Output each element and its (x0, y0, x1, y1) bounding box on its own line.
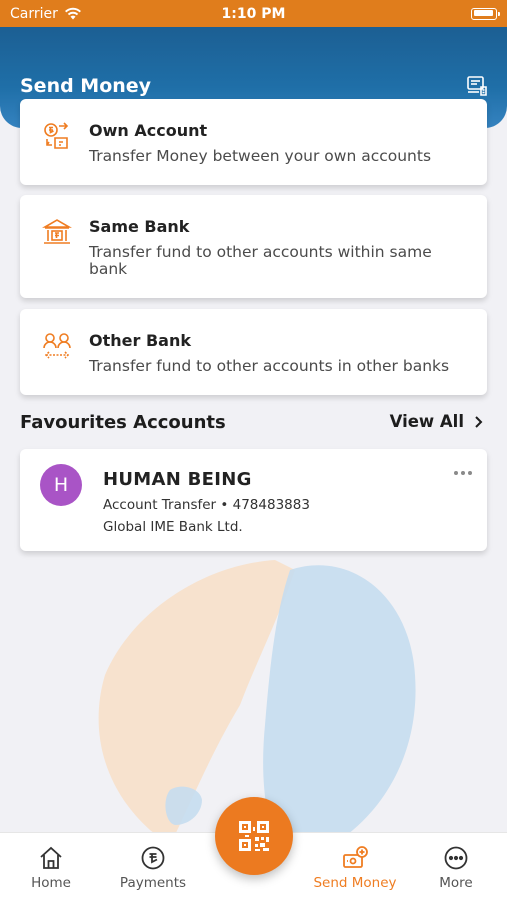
nav-send-money[interactable]: Send Money (310, 845, 400, 891)
qr-code-icon (239, 821, 269, 851)
avatar: H (40, 464, 82, 506)
other-bank-card[interactable]: Other Bank Transfer fund to other accoun… (20, 309, 487, 395)
more-options-icon[interactable] (453, 469, 473, 477)
nav-label: More (439, 875, 473, 891)
account-detail: Account Transfer • 478483883 (103, 497, 310, 513)
users-transfer-icon (43, 333, 71, 359)
battery-icon (471, 7, 500, 20)
chevron-right-icon (475, 415, 483, 428)
nav-label: Home (31, 875, 71, 891)
bank-name: Global IME Bank Ltd. (103, 519, 243, 535)
home-icon (40, 846, 62, 869)
option-title: Other Bank (89, 331, 191, 350)
own-account-card[interactable]: Own Account Transfer Money between your … (20, 99, 487, 185)
bank-icon (42, 219, 72, 244)
option-description: Transfer fund to other accounts in other… (89, 357, 450, 375)
view-all-link[interactable]: View All (390, 412, 483, 431)
option-title: Same Bank (89, 217, 190, 236)
nav-more[interactable]: More (411, 845, 501, 891)
nav-home[interactable]: Home (6, 845, 96, 891)
payments-icon (141, 846, 165, 870)
page-title: Send Money (20, 75, 152, 97)
option-description: Transfer Money between your own accounts (89, 147, 432, 165)
view-all-label: View All (389, 412, 464, 431)
option-title: Own Account (89, 121, 208, 140)
favourites-title: Favourites Accounts (20, 412, 226, 433)
more-icon (444, 846, 468, 870)
account-name: HUMAN BEING (103, 469, 252, 490)
favourite-account-card[interactable]: H HUMAN BEING Account Transfer • 4784838… (20, 449, 487, 551)
qr-scan-button[interactable] (215, 797, 293, 875)
statement-icon[interactable] (465, 74, 489, 98)
send-money-icon (343, 846, 368, 868)
own-account-icon (44, 122, 69, 149)
nav-payments[interactable]: Payments (108, 845, 198, 891)
wifi-icon (64, 7, 81, 20)
carrier-label: Carrier (10, 5, 58, 22)
option-description: Transfer fund to other accounts within s… (89, 243, 432, 278)
nav-label: Payments (119, 875, 187, 891)
nav-label: Send Money (313, 875, 397, 891)
status-left: Carrier (10, 6, 82, 22)
same-bank-card[interactable]: Same Bank Transfer fund to other account… (20, 195, 487, 298)
status-bar: Carrier 1:10 PM (0, 0, 507, 27)
